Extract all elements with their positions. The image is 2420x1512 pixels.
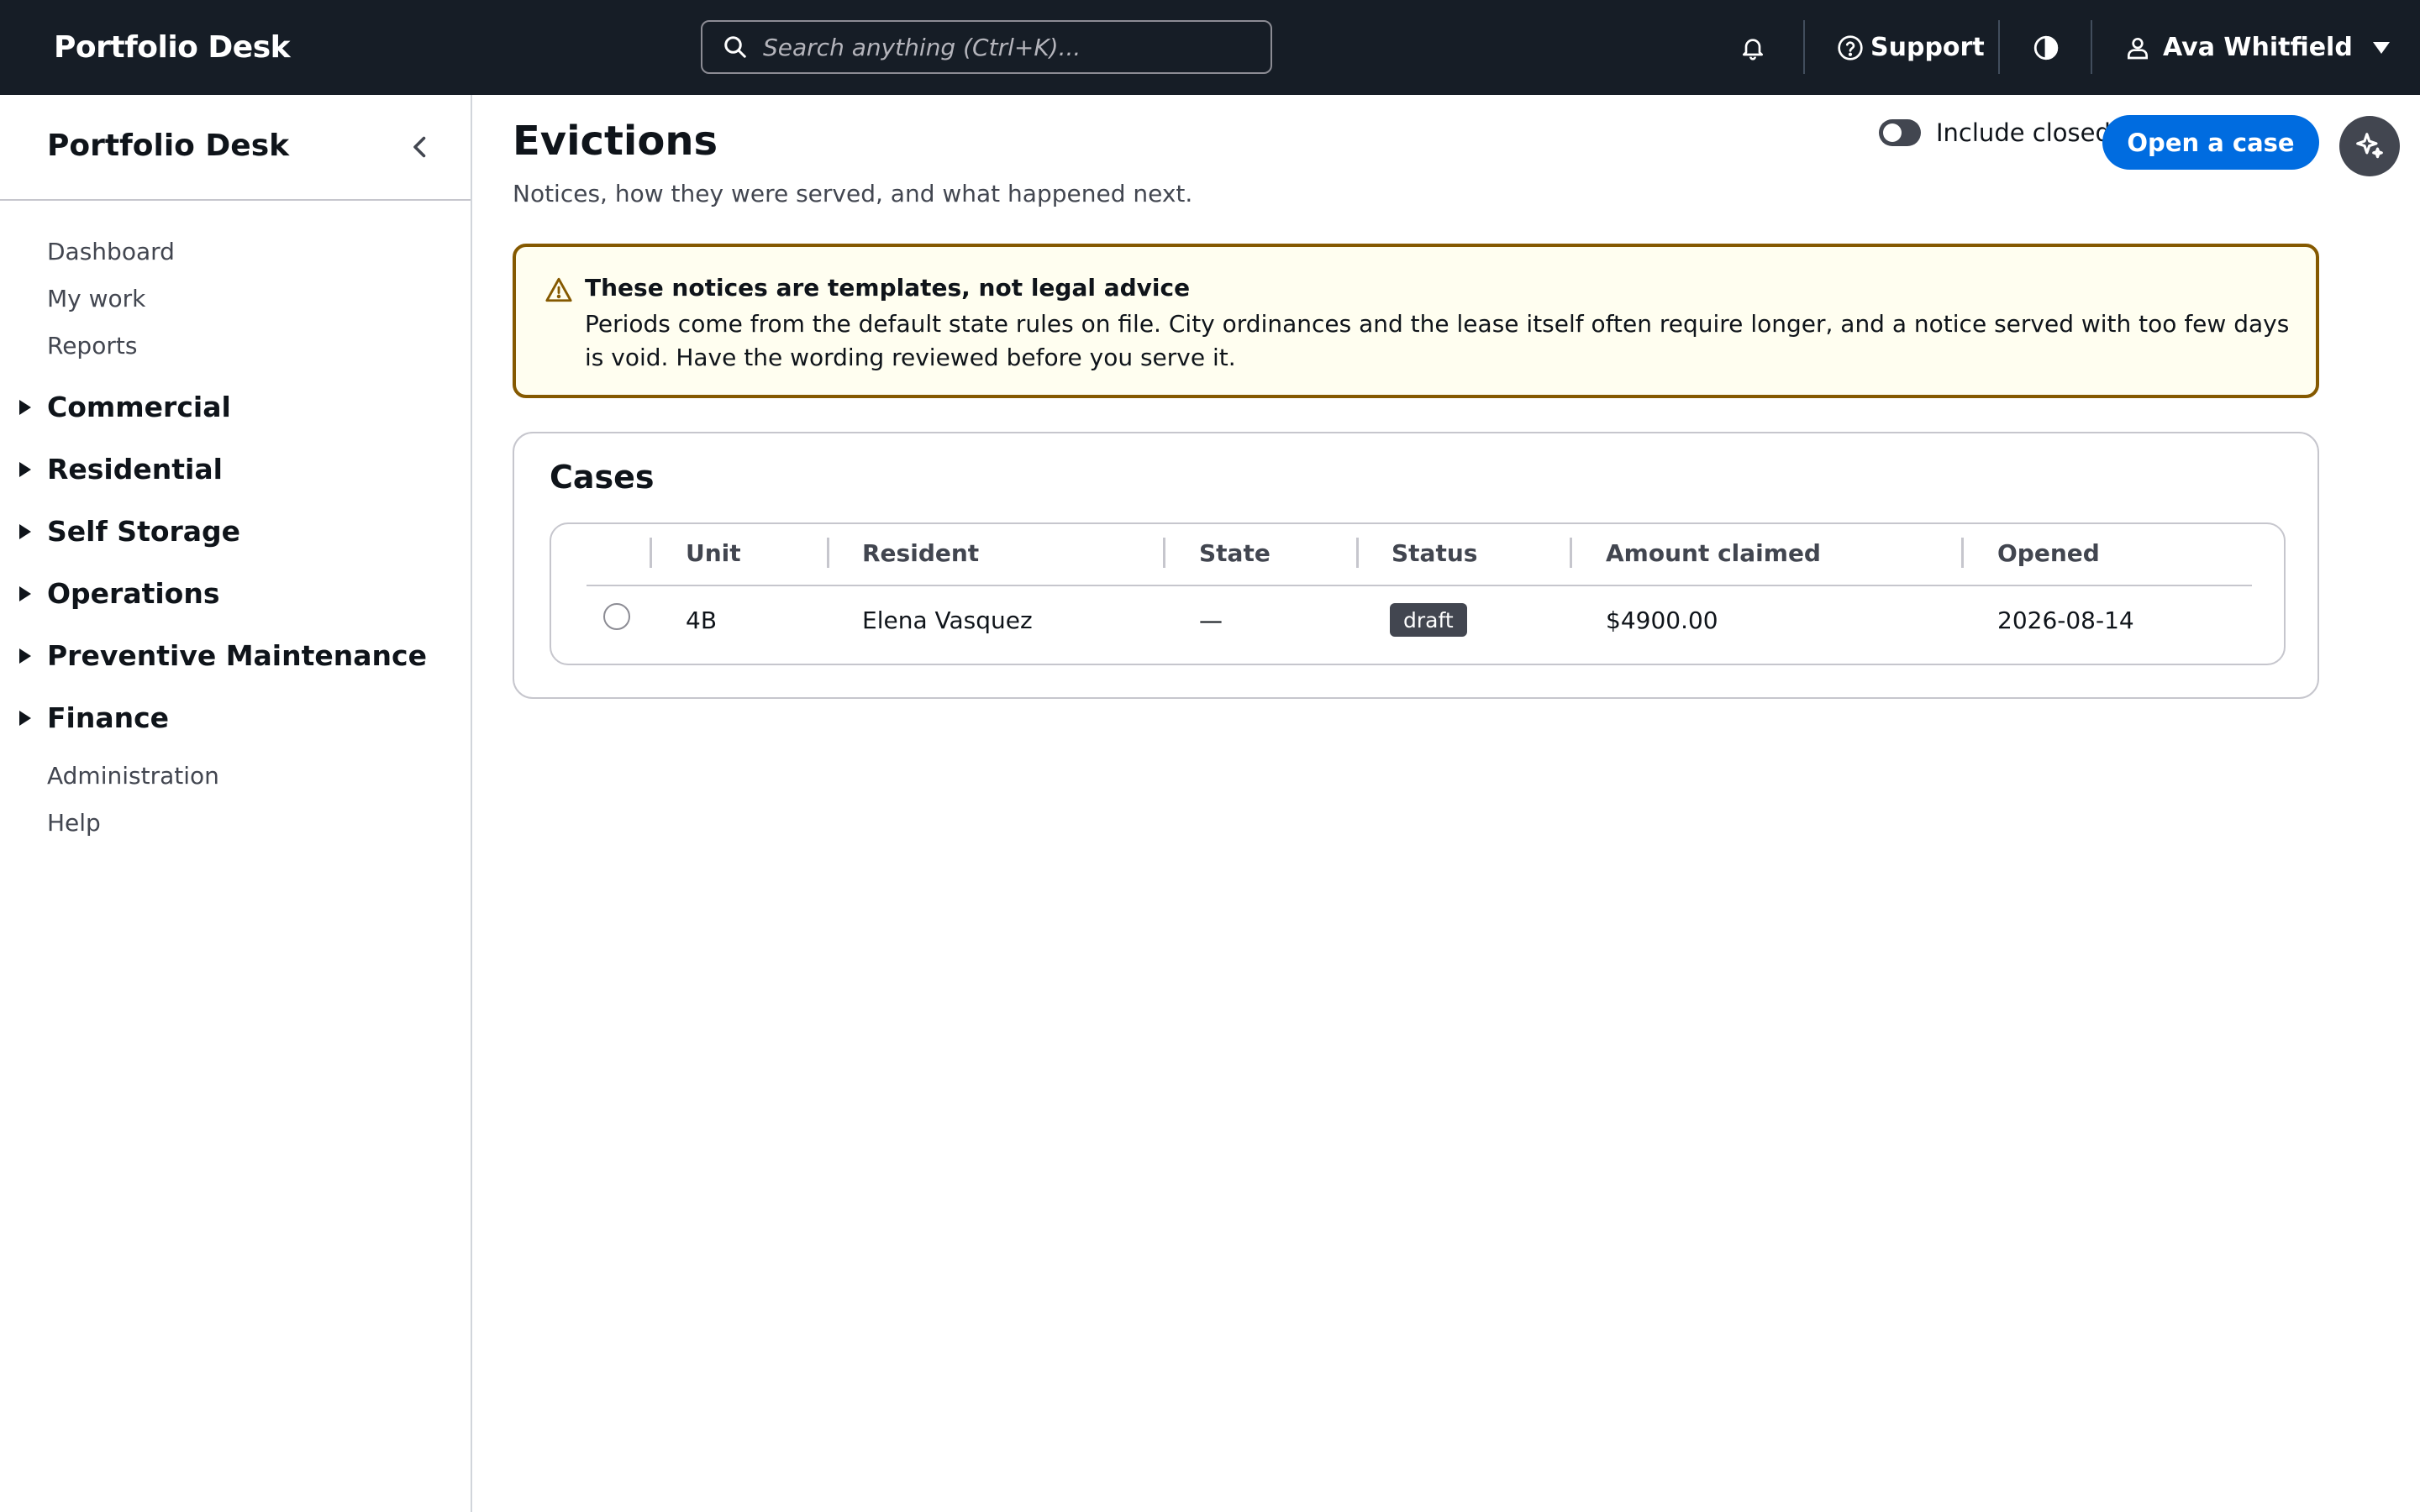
column-separator bbox=[1163, 538, 1165, 568]
cases-table: Unit Resident State Status Amount claime… bbox=[550, 522, 2286, 665]
caret-right-icon bbox=[19, 399, 31, 415]
caret-right-icon bbox=[19, 461, 31, 477]
column-header-resident[interactable]: Resident bbox=[862, 539, 979, 567]
column-separator bbox=[1356, 538, 1359, 568]
notifications-button[interactable] bbox=[1739, 0, 1766, 95]
sidebar-group-operations[interactable]: Operations bbox=[17, 577, 220, 610]
assistant-button[interactable] bbox=[2339, 116, 2400, 176]
caret-down-icon bbox=[2372, 41, 2390, 54]
column-header-amount-claimed[interactable]: Amount claimed bbox=[1606, 539, 1821, 567]
include-closed-label: Include closed bbox=[1936, 118, 2111, 147]
app-brand[interactable]: Portfolio Desk bbox=[54, 0, 291, 95]
column-separator bbox=[1961, 538, 1964, 568]
column-separator bbox=[827, 538, 829, 568]
caret-right-icon bbox=[19, 710, 31, 726]
header-divider bbox=[587, 585, 2252, 586]
toggle-switch[interactable] bbox=[1879, 119, 1921, 146]
sidebar-item-reports[interactable]: Reports bbox=[47, 332, 137, 360]
top-navigation: Portfolio Desk Support Ava Whitfield bbox=[0, 0, 2420, 95]
sidebar-group-label: Commercial bbox=[47, 391, 231, 423]
sidebar-header: Portfolio Desk bbox=[0, 95, 471, 201]
topbar-divider bbox=[1998, 20, 2000, 74]
help-circle-icon bbox=[1838, 34, 1863, 60]
global-search[interactable] bbox=[701, 20, 1272, 74]
caret-right-icon bbox=[19, 648, 31, 664]
column-separator bbox=[1570, 538, 1572, 568]
support-button[interactable]: Support bbox=[1837, 0, 1985, 95]
sidebar-item-help[interactable]: Help bbox=[47, 809, 101, 837]
legal-warning-alert: These notices are templates, not legal a… bbox=[513, 244, 2319, 398]
sidebar-group-self-storage[interactable]: Self Storage bbox=[17, 515, 240, 548]
column-separator bbox=[650, 538, 652, 568]
user-name: Ava Whitfield bbox=[2163, 33, 2353, 62]
caret-right-icon bbox=[19, 523, 31, 539]
page-title: Evictions bbox=[513, 118, 718, 165]
cell-opened: 2026-08-14 bbox=[1997, 606, 2134, 634]
alert-title: These notices are templates, not legal a… bbox=[585, 274, 1191, 302]
sidebar-group-residential[interactable]: Residential bbox=[17, 453, 223, 486]
alert-body: Periods come from the default state rule… bbox=[585, 310, 2290, 371]
caret-right-icon bbox=[19, 585, 31, 601]
sidebar-group-preventive-maintenance[interactable]: Preventive Maintenance bbox=[17, 639, 427, 672]
contrast-icon bbox=[2033, 35, 2059, 60]
sidebar-title[interactable]: Portfolio Desk bbox=[47, 129, 289, 163]
cases-card: Cases Unit Resident State Status Amount … bbox=[513, 432, 2319, 699]
search-input[interactable] bbox=[763, 33, 1234, 61]
sidebar-item-dashboard[interactable]: Dashboard bbox=[47, 238, 175, 265]
column-header-status[interactable]: Status bbox=[1392, 539, 1477, 567]
page-subtitle: Notices, how they were served, and what … bbox=[513, 180, 1193, 207]
cell-unit: 4B bbox=[686, 606, 718, 634]
collapse-sidebar-icon[interactable] bbox=[405, 132, 435, 162]
sidebar-group-finance[interactable]: Finance bbox=[17, 701, 169, 734]
search-icon bbox=[724, 36, 746, 58]
user-menu[interactable]: Ava Whitfield bbox=[2124, 0, 2391, 95]
cell-resident: Elena Vasquez bbox=[862, 606, 1033, 634]
sidebar-item-administration[interactable]: Administration bbox=[47, 762, 219, 790]
side-navigation: Portfolio Desk Dashboard My work Reports… bbox=[0, 95, 472, 1512]
topbar-divider bbox=[2091, 20, 2092, 74]
user-icon bbox=[2128, 37, 2148, 59]
column-header-state[interactable]: State bbox=[1199, 539, 1270, 567]
column-header-opened[interactable]: Opened bbox=[1997, 539, 2100, 567]
status-badge: draft bbox=[1390, 603, 1467, 637]
support-label: Support bbox=[1870, 33, 1985, 62]
sidebar-group-label: Self Storage bbox=[47, 515, 241, 548]
warning-icon bbox=[545, 277, 572, 302]
cell-state: — bbox=[1199, 606, 1223, 634]
sidebar-group-label: Residential bbox=[47, 453, 223, 486]
sidebar-group-label: Preventive Maintenance bbox=[47, 639, 427, 672]
sidebar-group-label: Operations bbox=[47, 577, 220, 610]
row-select-radio[interactable] bbox=[603, 603, 630, 630]
include-closed-toggle[interactable]: Include closed bbox=[1879, 116, 2111, 150]
cell-amount-claimed: $4900.00 bbox=[1606, 606, 1718, 634]
sidebar-group-label: Finance bbox=[47, 701, 170, 734]
topbar-divider bbox=[1803, 20, 1805, 74]
open-case-button[interactable]: Open a case bbox=[2102, 115, 2319, 170]
bell-icon bbox=[1743, 38, 1763, 60]
sidebar-group-commercial[interactable]: Commercial bbox=[17, 391, 231, 423]
theme-toggle-button[interactable] bbox=[2032, 0, 2060, 95]
cases-title: Cases bbox=[550, 459, 655, 496]
sparkle-icon bbox=[2356, 133, 2383, 159]
column-header-unit[interactable]: Unit bbox=[686, 539, 741, 567]
sidebar-item-my-work[interactable]: My work bbox=[47, 285, 145, 312]
